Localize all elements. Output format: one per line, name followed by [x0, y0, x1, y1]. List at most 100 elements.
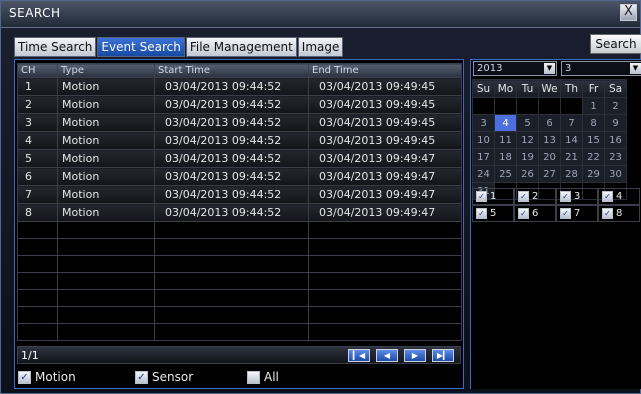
calendar-day[interactable]: 7 — [560, 114, 583, 132]
first-page-button[interactable]: ▎◀ — [348, 349, 370, 362]
channel-checkbox-1[interactable]: ✓ 1 — [472, 188, 514, 205]
column-header-type[interactable]: Type — [57, 63, 155, 78]
calendar-day[interactable]: 25 — [494, 165, 517, 183]
calendar-day[interactable]: 1 — [582, 97, 605, 115]
checkbox-icon[interactable]: ✓ — [602, 191, 613, 202]
weekday-row: Su Mo Tu We Th Fr Sa — [472, 79, 627, 98]
empty-row — [17, 289, 462, 307]
calendar-day[interactable]: 30 — [604, 165, 627, 183]
calendar-day-selected[interactable]: 4 — [494, 114, 517, 132]
filter-all[interactable]: All — [247, 370, 279, 384]
filter-sensor[interactable]: ✓ Sensor — [135, 370, 193, 384]
calendar-day[interactable]: 17 — [472, 148, 495, 166]
calendar-day[interactable]: 6 — [538, 114, 561, 132]
calendar-day[interactable]: 8 — [582, 114, 605, 132]
calendar-day[interactable]: 3 — [472, 114, 495, 132]
last-page-button[interactable]: ▶▎ — [432, 349, 454, 362]
calendar-day[interactable]: 26 — [516, 165, 539, 183]
calendar-day[interactable]: 15 — [582, 131, 605, 149]
search-button[interactable]: Search — [590, 34, 641, 54]
table-row[interactable]: 2 Motion 03/04/2013 09:44:52 03/04/2013 09:… — [17, 95, 462, 114]
table-row[interactable]: 6 Motion 03/04/2013 09:44:52 03/04/2013 09:… — [17, 167, 462, 186]
checkbox-icon[interactable]: ✓ — [560, 191, 571, 202]
month-select[interactable]: 3 ▼ — [561, 61, 641, 76]
tab-time-search[interactable]: Time Search — [14, 37, 97, 57]
event-list-panel: CH Type Start Time End Time 1 Motion 03/04… — [14, 59, 464, 389]
checkbox-icon[interactable]: ✓ — [476, 208, 487, 219]
cell-type: Motion — [57, 185, 155, 204]
column-header-end-time[interactable]: End Time — [308, 63, 462, 78]
cell-start-time: 03/04/2013 09:44:52 — [154, 131, 309, 150]
tab-image[interactable]: Image — [297, 37, 344, 57]
close-button[interactable]: X — [620, 4, 637, 21]
channel-checkbox-5[interactable]: ✓ 5 — [472, 205, 514, 222]
weekday-label: Mo — [494, 79, 517, 98]
checkbox-icon[interactable]: ✓ — [602, 208, 613, 219]
table-row[interactable]: 1 Motion 03/04/2013 09:44:52 03/04/2013 09:… — [17, 77, 462, 96]
channel-checkbox-2[interactable]: ✓ 2 — [514, 188, 556, 205]
calendar-day[interactable]: 23 — [604, 148, 627, 166]
calendar-day[interactable]: 18 — [494, 148, 517, 166]
table-row[interactable]: 5 Motion 03/04/2013 09:44:52 03/04/2013 09:… — [17, 149, 462, 168]
calendar-day[interactable]: 13 — [538, 131, 561, 149]
empty-row — [17, 272, 462, 290]
calendar-day[interactable]: 24 — [472, 165, 495, 183]
cell-ch: 2 — [17, 95, 58, 114]
checkbox-icon[interactable]: ✓ — [476, 191, 487, 202]
channel-checkbox-3[interactable]: ✓ 3 — [556, 188, 598, 205]
table-row[interactable]: 7 Motion 03/04/2013 09:44:52 03/04/2013 09:… — [17, 185, 462, 204]
calendar-day[interactable]: 5 — [516, 114, 539, 132]
cell-end-time: 03/04/2013 09:49:45 — [308, 77, 462, 96]
calendar-day[interactable]: 11 — [494, 131, 517, 149]
calendar-day[interactable]: 2 — [604, 97, 627, 115]
weekday-label: Th — [560, 79, 583, 98]
calendar-day[interactable]: 12 — [516, 131, 539, 149]
tab-file-management[interactable]: File Management — [185, 37, 297, 57]
channel-checkbox-7[interactable]: ✓ 7 — [556, 205, 598, 222]
table-row[interactable]: 3 Motion 03/04/2013 09:44:52 03/04/2013 09:… — [17, 113, 462, 132]
tab-event-search[interactable]: Event Search — [97, 37, 185, 57]
cell-type: Motion — [57, 77, 155, 96]
cell-type: Motion — [57, 149, 155, 168]
year-select[interactable]: 2013 ▼ — [473, 61, 557, 76]
checkbox-icon[interactable]: ✓ — [560, 208, 571, 219]
calendar-day[interactable]: 19 — [516, 148, 539, 166]
calendar-week: 24 25 26 27 28 29 30 — [472, 165, 627, 183]
cell-type: Motion — [57, 95, 155, 114]
cell-start-time: 03/04/2013 09:44:52 — [154, 167, 309, 186]
checkbox-icon[interactable]: ✓ — [518, 208, 529, 219]
channel-checkbox-6[interactable]: ✓ 6 — [514, 205, 556, 222]
calendar-day[interactable]: 27 — [538, 165, 561, 183]
table-row[interactable]: 8 Motion 03/04/2013 09:44:52 03/04/2013 09:… — [17, 203, 462, 222]
sensor-checkbox[interactable]: ✓ — [135, 370, 148, 384]
prev-page-icon: ◀ — [383, 351, 391, 360]
calendar-day[interactable]: 22 — [582, 148, 605, 166]
all-checkbox[interactable] — [247, 370, 260, 384]
weekday-label: Sa — [604, 79, 627, 98]
calendar-week: 10 11 12 13 14 15 16 — [472, 131, 627, 149]
calendar-day[interactable]: 14 — [560, 131, 583, 149]
checkbox-icon[interactable]: ✓ — [518, 191, 529, 202]
table-row[interactable]: 4 Motion 03/04/2013 09:44:52 03/04/2013 09:… — [17, 131, 462, 150]
calendar-day[interactable]: 28 — [560, 165, 583, 183]
cell-end-time: 03/04/2013 09:49:47 — [308, 167, 462, 186]
calendar-day[interactable]: 9 — [604, 114, 627, 132]
calendar-day[interactable]: 10 — [472, 131, 495, 149]
next-page-button[interactable]: ▶ — [404, 349, 426, 362]
filter-motion[interactable]: ✓ Motion — [18, 370, 76, 384]
empty-row — [17, 323, 462, 341]
cell-start-time: 03/04/2013 09:44:52 — [154, 113, 309, 132]
calendar-day[interactable]: 21 — [560, 148, 583, 166]
cell-type: Motion — [57, 167, 155, 186]
channel-checkbox-8[interactable]: ✓ 8 — [598, 205, 640, 222]
motion-checkbox[interactable]: ✓ — [18, 370, 31, 384]
column-header-start-time[interactable]: Start Time — [154, 63, 309, 78]
calendar-day[interactable]: 29 — [582, 165, 605, 183]
column-header-ch[interactable]: CH — [17, 63, 58, 78]
cell-type: Motion — [57, 131, 155, 150]
channel-checkbox-4[interactable]: ✓ 4 — [598, 188, 640, 205]
prev-page-button[interactable]: ◀ — [376, 349, 398, 362]
calendar-week: 3456789 — [472, 114, 627, 132]
calendar-day[interactable]: 16 — [604, 131, 627, 149]
calendar-day[interactable]: 20 — [538, 148, 561, 166]
